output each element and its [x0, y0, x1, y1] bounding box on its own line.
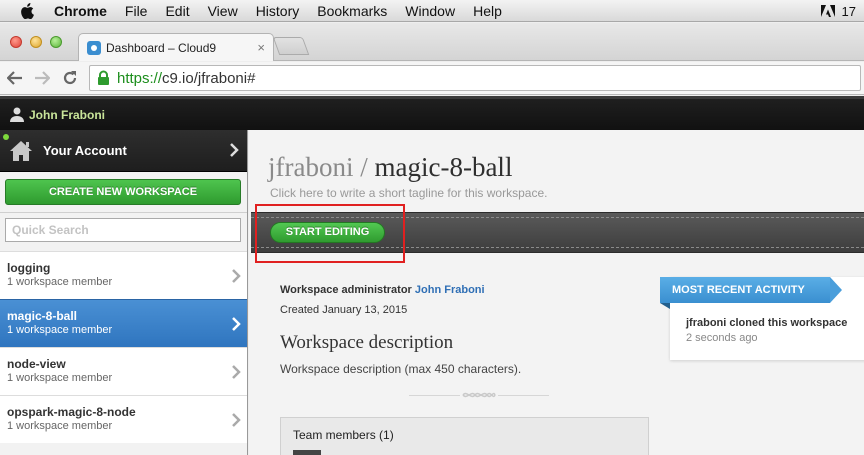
team-members-panel: Team members (1): [280, 417, 649, 455]
tab-title: Dashboard – Cloud9: [106, 40, 217, 55]
chevron-right-icon: [231, 316, 241, 335]
workspace-member-count: 1 workspace member: [7, 420, 113, 432]
workspace-list: logging 1 workspace member magic-8-ball …: [0, 251, 247, 443]
admin-name-link[interactable]: John Fraboni: [415, 284, 485, 296]
chevron-right-icon: [231, 412, 241, 431]
window-minimize-button[interactable]: [30, 36, 42, 48]
menubar-status: 17: [820, 0, 856, 22]
apple-icon[interactable]: [16, 2, 38, 19]
team-members-label: Team members (1): [293, 428, 394, 442]
menu-view[interactable]: View: [208, 3, 238, 19]
workspace-name: node-view: [7, 357, 66, 371]
new-tab-button[interactable]: [272, 37, 310, 55]
url-path: c9.io/jfraboni#: [162, 69, 256, 87]
sidebar-divider: [0, 212, 247, 213]
chevron-right-icon: [231, 268, 241, 287]
workspace-item-opspark-magic-8-node[interactable]: opspark-magic-8-node 1 workspace member: [0, 395, 247, 443]
sidebar: Your Account CREATE NEW WORKSPACE loggin…: [0, 130, 248, 455]
tab-close-icon[interactable]: ×: [257, 40, 265, 55]
description-heading: Workspace description: [280, 332, 454, 353]
workspace-detail: jfraboni / magic-8-ball Click here to wr…: [249, 130, 864, 455]
workspace-member-count: 1 workspace member: [7, 372, 113, 384]
avatar[interactable]: [293, 450, 321, 455]
header-username[interactable]: John Fraboni: [29, 108, 105, 122]
recent-activity-title: MOST RECENT ACTIVITY: [672, 284, 805, 296]
house-icon: [8, 139, 34, 163]
mac-menubar: Chrome File Edit View History Bookmarks …: [0, 0, 864, 22]
workspace-owner[interactable]: jfraboni: [268, 152, 353, 182]
workspace-item-node-view[interactable]: node-view 1 workspace member: [0, 347, 247, 395]
reload-icon[interactable]: [60, 68, 80, 88]
address-bar[interactable]: https:// c9.io/jfraboni#: [89, 65, 861, 91]
user-icon: [9, 107, 25, 123]
description-text[interactable]: Workspace description (max 450 character…: [280, 362, 521, 376]
menu-help[interactable]: Help: [473, 3, 502, 19]
create-new-workspace-button[interactable]: CREATE NEW WORKSPACE: [5, 179, 241, 205]
recent-activity-ribbon: MOST RECENT ACTIVITY: [660, 277, 842, 309]
menu-file[interactable]: File: [125, 3, 148, 19]
page-title: jfraboni / magic-8-ball: [268, 152, 512, 183]
tab-dashboard[interactable]: Dashboard – Cloud9 ×: [78, 33, 274, 61]
activity-timestamp: 2 seconds ago: [686, 332, 758, 344]
admin-label: Workspace administrator: [280, 284, 412, 296]
workspace-item-logging[interactable]: logging 1 workspace member: [0, 251, 247, 299]
lock-icon: [95, 69, 111, 87]
workspace-item-magic-8-ball[interactable]: magic-8-ball 1 workspace member: [0, 299, 247, 347]
window-close-button[interactable]: [10, 36, 22, 48]
title-separator: /: [353, 152, 375, 182]
menubar-badge-number: 17: [841, 3, 856, 19]
workspace-name: magic-8-ball: [7, 309, 78, 323]
chevron-right-icon: [231, 364, 241, 383]
workspace-tagline[interactable]: Click here to write a short tagline for …: [270, 186, 547, 200]
forward-arrow-icon[interactable]: [32, 68, 52, 88]
online-status-dot: [3, 134, 9, 140]
workspace-title: magic-8-ball: [374, 152, 513, 182]
window-zoom-button[interactable]: [50, 36, 62, 48]
your-account-label: Your Account: [43, 143, 127, 158]
section-divider: [409, 389, 549, 401]
menu-window[interactable]: Window: [405, 3, 455, 19]
cloud9-favicon-icon: [87, 40, 101, 55]
browser-tabstrip: Dashboard – Cloud9 ×: [0, 23, 864, 61]
workspace-member-count: 1 workspace member: [7, 324, 113, 336]
knot-ornament-icon: [460, 389, 498, 401]
app-header: John Fraboni: [0, 96, 864, 130]
url-scheme: https://: [117, 69, 163, 87]
quick-search-input[interactable]: [5, 218, 241, 242]
browser-toolbar: https:// c9.io/jfraboni#: [0, 62, 864, 95]
workspace-administrator: Workspace administrator John Fraboni: [280, 284, 485, 296]
workspace-member-count: 1 workspace member: [7, 276, 113, 288]
workspace-name: logging: [7, 261, 51, 275]
activity-entry: jfraboni cloned this workspace: [686, 317, 848, 329]
recent-activity-panel: MOST RECENT ACTIVITY jfraboni cloned thi…: [660, 277, 864, 360]
menu-edit[interactable]: Edit: [165, 3, 189, 19]
created-date: Created January 13, 2015: [280, 304, 408, 316]
your-account-button[interactable]: Your Account: [0, 130, 247, 172]
back-arrow-icon[interactable]: [5, 68, 25, 88]
menu-bookmarks[interactable]: Bookmarks: [317, 3, 387, 19]
workspace-name: opspark-magic-8-node: [7, 405, 136, 419]
menu-history[interactable]: History: [256, 3, 300, 19]
menu-app-chrome[interactable]: Chrome: [54, 3, 107, 19]
highlight-box: [255, 204, 405, 263]
chevron-right-icon: [229, 142, 239, 161]
adobe-icon[interactable]: [820, 4, 836, 18]
